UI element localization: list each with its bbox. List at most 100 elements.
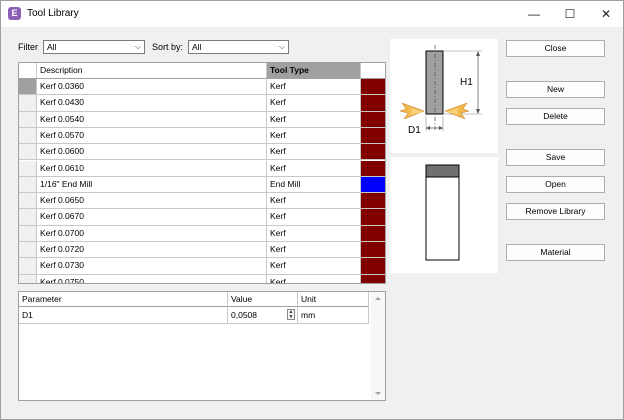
tool-type-cell: Kerf <box>267 144 361 161</box>
tool-color-swatch[interactable] <box>361 79 385 96</box>
table-row[interactable]: Kerf 0.0600 Kerf <box>19 144 385 161</box>
tool-description-cell: Kerf 0.0610 <box>37 160 267 177</box>
tool-type-cell: Kerf <box>267 193 361 210</box>
table-row[interactable]: Kerf 0.0750 Kerf <box>19 274 385 283</box>
tool-description-cell: Kerf 0.0650 <box>37 193 267 210</box>
material-block <box>425 164 460 261</box>
row-header[interactable] <box>19 209 37 226</box>
filter-value: All <box>47 42 57 52</box>
open-button[interactable]: Open <box>506 176 605 193</box>
tool-type-cell: Kerf <box>267 209 361 226</box>
parameter-value-input[interactable]: 0,0508 ▲ ▼ <box>228 307 298 324</box>
parameter-value: 0,0508 <box>231 310 257 320</box>
row-header[interactable] <box>19 111 37 128</box>
tool-color-swatch[interactable] <box>361 193 385 210</box>
tool-color-swatch[interactable] <box>361 225 385 242</box>
tool-color-swatch[interactable] <box>361 176 385 194</box>
tool-description-cell: Kerf 0.0670 <box>37 209 267 226</box>
table-row[interactable]: Kerf 0.0670 Kerf <box>19 209 385 226</box>
sort-label: Sort by: <box>152 42 184 52</box>
sort-dropdown[interactable]: All ⌵ <box>188 40 289 54</box>
column-header-description[interactable]: Description <box>37 63 267 79</box>
value-spinner[interactable]: ▲ ▼ <box>287 309 295 320</box>
row-header[interactable] <box>19 225 37 242</box>
chevron-down-icon: ⌵ <box>134 42 141 51</box>
row-header[interactable] <box>19 144 37 161</box>
column-header-parameter: Parameter <box>19 292 228 307</box>
new-button[interactable]: New <box>506 81 605 98</box>
tool-type-cell: Kerf <box>267 79 361 96</box>
table-row[interactable]: Kerf 0.0610 Kerf <box>19 160 385 177</box>
tool-color-swatch[interactable] <box>361 95 385 112</box>
tool-description-cell: Kerf 0.0700 <box>37 225 267 242</box>
tool-color-swatch[interactable] <box>361 274 385 283</box>
tool-description-cell: Kerf 0.0600 <box>37 144 267 161</box>
tool-type-cell: Kerf <box>267 225 361 242</box>
row-header[interactable] <box>19 193 37 210</box>
tool-description-cell: Kerf 0.0430 <box>37 95 267 112</box>
table-row[interactable]: Kerf 0.0360 Kerf <box>19 79 385 96</box>
close-button[interactable]: Close <box>506 40 605 57</box>
filter-label: Filter <box>18 42 38 52</box>
table-row[interactable]: Kerf 0.0730 Kerf <box>19 258 385 275</box>
table-row[interactable]: Kerf 0.0650 Kerf <box>19 193 385 210</box>
row-header[interactable] <box>19 242 37 259</box>
tool-body <box>425 50 444 115</box>
minimize-button[interactable]: — <box>517 3 551 25</box>
column-header-tool-type[interactable]: Tool Type <box>267 63 361 79</box>
tool-library-window: E Tool Library — ☐ ✕ Filter All ⌵ Sort b… <box>0 0 624 420</box>
row-header[interactable] <box>19 95 37 112</box>
parameter-unit-cell: mm <box>298 307 369 324</box>
window-title: Tool Library <box>27 8 79 19</box>
tool-color-swatch[interactable] <box>361 111 385 128</box>
column-header-value: Value <box>228 292 298 307</box>
delete-button[interactable]: Delete <box>506 108 605 125</box>
tool-color-swatch[interactable] <box>361 160 385 177</box>
tool-color-swatch[interactable] <box>361 209 385 226</box>
row-header[interactable] <box>19 127 37 145</box>
close-window-button[interactable]: ✕ <box>589 3 623 25</box>
table-row[interactable]: Kerf 0.0430 Kerf <box>19 95 385 112</box>
tool-type-cell: Kerf <box>267 242 361 259</box>
tool-color-swatch[interactable] <box>361 127 385 145</box>
row-header[interactable] <box>19 176 37 194</box>
tool-description-cell: Kerf 0.0360 <box>37 79 267 96</box>
table-row[interactable]: Kerf 0.0540 Kerf <box>19 111 385 128</box>
filter-dropdown[interactable]: All ⌵ <box>43 40 145 54</box>
h1-arrow-bottom <box>476 109 480 114</box>
chevron-down-icon: ⌵ <box>278 42 285 51</box>
material-preview <box>425 164 460 261</box>
tool-description-cell: Kerf 0.0750 <box>37 274 267 283</box>
row-header[interactable] <box>19 79 37 96</box>
parameter-scrollbar[interactable] <box>371 292 385 400</box>
maximize-button[interactable]: ☐ <box>553 3 587 25</box>
app-icon: E <box>8 7 21 20</box>
column-header-unit: Unit <box>298 292 369 307</box>
table-row[interactable]: Kerf 0.0720 Kerf <box>19 242 385 259</box>
remove-library-button[interactable]: Remove Library <box>506 203 605 220</box>
tool-color-swatch[interactable] <box>361 242 385 259</box>
row-header-corner <box>19 63 37 79</box>
row-header[interactable] <box>19 274 37 283</box>
tool-color-swatch[interactable] <box>361 258 385 275</box>
tool-type-cell: Kerf <box>267 127 361 145</box>
save-button[interactable]: Save <box>506 149 605 166</box>
sort-value: All <box>192 42 202 52</box>
row-header[interactable] <box>19 258 37 275</box>
tool-type-cell: Kerf <box>267 111 361 128</box>
row-header[interactable] <box>19 160 37 177</box>
spark-right-icon <box>444 102 470 120</box>
tool-diagram-panel: H1 D1 <box>390 39 498 153</box>
tool-type-cell: Kerf <box>267 160 361 177</box>
tool-type-cell: Kerf <box>267 274 361 283</box>
column-header-color <box>361 63 385 79</box>
tool-type-cell: Kerf <box>267 95 361 112</box>
material-button[interactable]: Material <box>506 244 605 261</box>
tool-color-swatch[interactable] <box>361 144 385 161</box>
d1-arrow-right <box>439 126 443 130</box>
table-row[interactable]: Kerf 0.0700 Kerf <box>19 225 385 242</box>
table-row[interactable]: Kerf 0.0570 Kerf <box>19 127 385 145</box>
table-row[interactable]: 1/16" End Mill End Mill <box>19 176 385 194</box>
spark-left-icon <box>399 102 425 120</box>
tool-description-cell: Kerf 0.0720 <box>37 242 267 259</box>
